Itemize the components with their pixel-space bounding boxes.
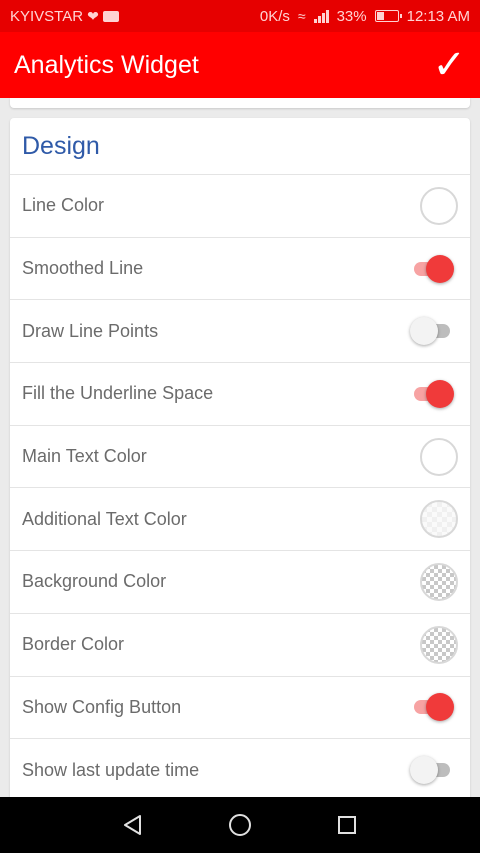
battery-icon: [374, 10, 402, 22]
carrier-name: KYIVSTAR: [10, 7, 84, 25]
settings-row-label: Background Color: [22, 571, 167, 592]
settings-row-label: Show Config Button: [22, 696, 182, 717]
color-swatch[interactable]: [420, 186, 458, 225]
settings-row[interactable]: Border Color: [10, 614, 470, 677]
settings-row[interactable]: Smoothed Line: [10, 238, 470, 301]
recents-square-icon[interactable]: [327, 805, 367, 845]
settings-row-label: Fill the Underline Space: [22, 383, 214, 404]
toggle-switch[interactable]: [410, 254, 454, 283]
battery-percent: 33%: [336, 7, 367, 25]
home-circle-icon[interactable]: [220, 805, 260, 845]
settings-list: Line Color Smoothed Line Draw Line Points F…: [10, 175, 470, 802]
status-bar: KYIVSTAR ❤ 0K/s ≈ 33% 12:13 AM: [0, 0, 480, 32]
network-speed: 0K/s: [259, 7, 290, 25]
toggle-switch[interactable]: [410, 756, 454, 785]
wifi-icon: ≈: [297, 8, 306, 24]
color-swatch[interactable]: [420, 500, 458, 539]
settings-row[interactable]: Line Color: [10, 175, 470, 238]
section-title: Design: [10, 118, 470, 175]
check-icon[interactable]: ✓: [432, 45, 466, 85]
previous-card-bottom: [10, 98, 470, 108]
clock: 12:13 AM: [406, 7, 470, 25]
signal-icon: [313, 9, 329, 23]
settings-row-label: Smoothed Line: [22, 258, 144, 279]
settings-row[interactable]: Additional Text Color: [10, 488, 470, 552]
settings-row[interactable]: Draw Line Points: [10, 300, 470, 364]
design-card: Design Line Color Smoothed Line Draw Line …: [10, 118, 470, 808]
color-swatch[interactable]: [420, 625, 458, 664]
settings-row-label: Draw Line Points: [22, 320, 159, 341]
navigation-bar: [0, 797, 480, 853]
settings-row-label: Main Text Color: [22, 446, 147, 467]
toggle-switch[interactable]: [410, 379, 454, 408]
message-icon: [102, 10, 119, 22]
toggle-thumb[interactable]: [426, 254, 454, 283]
settings-row-label: Additional Text Color: [22, 508, 187, 529]
back-triangle-icon[interactable]: [113, 805, 153, 845]
heart-icon: ❤: [87, 7, 99, 24]
app-title: Analytics Widget: [14, 50, 199, 79]
toggle-thumb[interactable]: [410, 756, 438, 785]
settings-row[interactable]: Show last update time: [10, 739, 470, 802]
settings-row[interactable]: Main Text Color: [10, 426, 470, 489]
settings-row[interactable]: Show Config Button: [10, 677, 470, 740]
toggle-switch[interactable]: [410, 317, 454, 346]
color-swatch[interactable]: [420, 562, 458, 601]
app-bar: Analytics Widget ✓: [0, 32, 480, 98]
settings-row[interactable]: Fill the Underline Space: [10, 363, 470, 426]
toggle-switch[interactable]: [410, 693, 454, 722]
toggle-thumb[interactable]: [426, 693, 454, 722]
settings-row-label: Show last update time: [22, 759, 200, 780]
toggle-thumb[interactable]: [426, 379, 454, 408]
color-swatch[interactable]: [420, 437, 458, 476]
settings-row[interactable]: Background Color: [10, 551, 470, 614]
settings-row-label: Border Color: [22, 634, 125, 655]
settings-row-label: Line Color: [22, 195, 105, 216]
toggle-thumb[interactable]: [410, 317, 438, 346]
